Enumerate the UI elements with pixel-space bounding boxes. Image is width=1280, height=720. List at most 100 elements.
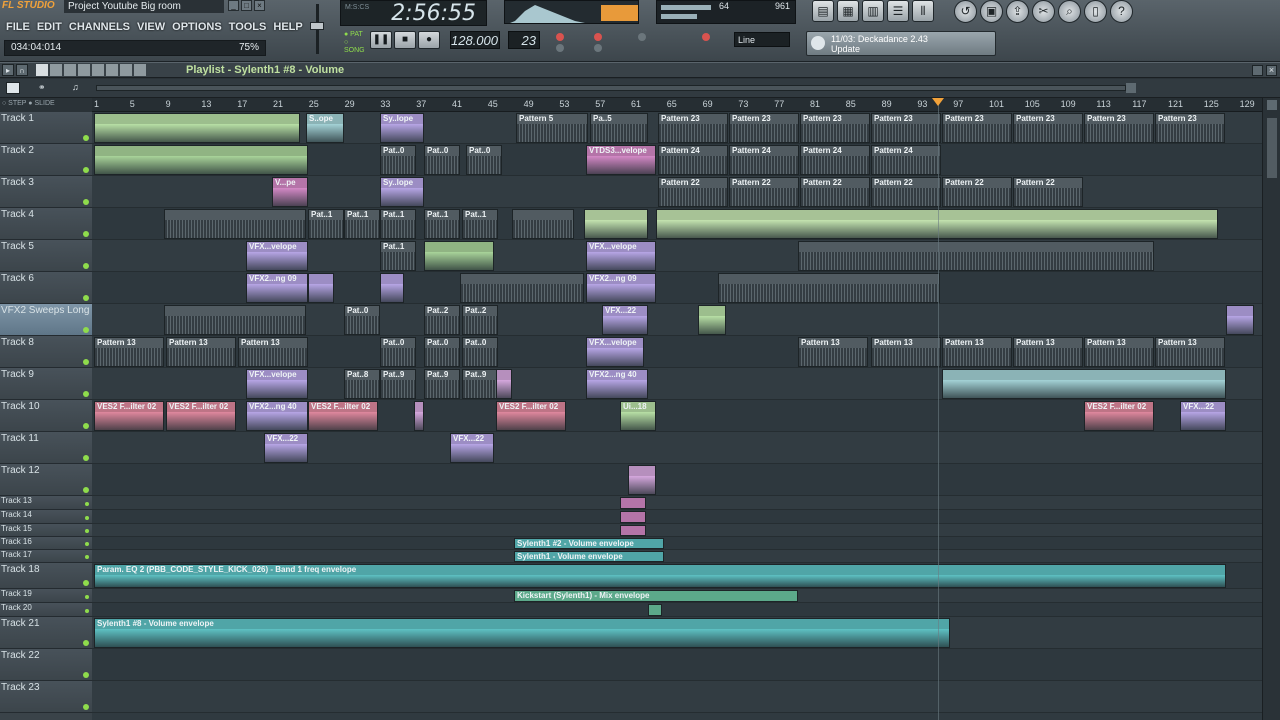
pattern-clip[interactable]: V...pe (272, 177, 308, 207)
pattern-clip[interactable]: VFX...velope (246, 241, 308, 271)
loop-record-toggle-icon[interactable] (702, 33, 710, 41)
playlist-lane[interactable] (92, 603, 1262, 617)
playlist-lane[interactable] (92, 524, 1262, 537)
track-header[interactable]: Track 11 (0, 432, 92, 464)
pattern-clip[interactable] (512, 209, 574, 239)
pattern-clip[interactable]: Pat..2 (462, 305, 498, 335)
track-header[interactable]: Track 14 (0, 510, 92, 524)
playlist-icon[interactable]: ▤ (812, 0, 834, 22)
pattern-clip[interactable]: VFX...22 (264, 433, 308, 463)
typing-keyboard-toggle-icon[interactable] (556, 33, 564, 41)
track-mute-icon[interactable] (85, 542, 89, 546)
pattern-clip[interactable] (656, 209, 1218, 239)
pattern-clip[interactable]: VES2 F...ilter 02 (496, 401, 566, 431)
pattern-clip[interactable]: VFX...22 (450, 433, 494, 463)
paint-tool-icon[interactable] (50, 64, 62, 76)
playlist-lane[interactable] (92, 510, 1262, 524)
pattern-clip[interactable] (628, 465, 656, 495)
track-header[interactable]: Track 13 (0, 496, 92, 510)
pattern-clip[interactable] (1226, 305, 1254, 335)
pattern-clip[interactable]: Pattern 13 (166, 337, 236, 367)
playlist-lane[interactable] (92, 649, 1262, 681)
pattern-clip[interactable]: Pat..1 (380, 209, 416, 239)
pattern-clip[interactable]: Sy..lope (380, 113, 424, 143)
select-tool-icon[interactable] (106, 64, 118, 76)
pattern-clip[interactable]: Pa..5 (590, 113, 648, 143)
track-mute-icon[interactable] (83, 423, 89, 429)
playlist-lane[interactable] (92, 537, 1262, 550)
track-header[interactable]: Track 23 (0, 681, 92, 713)
track-header[interactable]: Track 6 (0, 272, 92, 304)
pattern-clip[interactable]: Pattern 13 (798, 337, 868, 367)
playlist-lane[interactable] (92, 496, 1262, 510)
time-display[interactable]: M:S:CS 2:56:55 (340, 0, 487, 26)
pattern-clip[interactable]: Sylenth1 #8 - Volume envelope (94, 618, 950, 648)
pattern-clip[interactable]: VFX...velope (246, 369, 308, 399)
track-header[interactable]: Track 22 (0, 649, 92, 681)
pattern-clip[interactable]: Pat..0 (462, 337, 498, 367)
playlist-grid[interactable]: S..ope Sy..lope Pattern 5 Pa..5 Pattern 23 Pa… (92, 112, 1262, 720)
pattern-clip[interactable]: Sylenth1 #2 - Volume envelope (514, 538, 664, 549)
save-icon[interactable]: ▣ (980, 0, 1003, 23)
pattern-clip[interactable]: Pattern 13 (1084, 337, 1154, 367)
minimize-icon[interactable]: _ (228, 0, 239, 11)
pattern-clip[interactable] (698, 305, 726, 335)
pattern-clip[interactable]: Pattern 23 (1013, 113, 1083, 143)
track-mute-icon[interactable] (83, 640, 89, 646)
search-icon[interactable]: ⌕ (1058, 0, 1081, 23)
pattern-clip[interactable]: Pattern 23 (658, 113, 728, 143)
pattern-clip[interactable]: VFX...velope (586, 241, 656, 271)
pattern-clip[interactable] (620, 525, 646, 536)
track-mute-icon[interactable] (85, 502, 89, 506)
pattern-clip[interactable]: Pattern 24 (729, 145, 799, 175)
pattern-clip[interactable]: Pattern 23 (871, 113, 941, 143)
pattern-clip[interactable]: Pattern 22 (658, 177, 728, 207)
magnet-icon[interactable]: ∩ (16, 64, 28, 76)
playlist-lane[interactable] (92, 550, 1262, 563)
playlist-lane[interactable] (92, 681, 1262, 713)
track-header[interactable]: Track 10 (0, 400, 92, 432)
pattern-clip[interactable]: Pat..1 (344, 209, 380, 239)
track-mute-icon[interactable] (83, 135, 89, 141)
track-mute-icon[interactable] (83, 295, 89, 301)
pattern-clip[interactable]: Sy..lope (380, 177, 424, 207)
pattern-clip[interactable]: VFX...22 (1180, 401, 1226, 431)
track-mute-icon[interactable] (85, 609, 89, 613)
stop-button[interactable]: ■ (394, 31, 416, 49)
pattern-clip[interactable] (94, 145, 308, 175)
export-icon[interactable]: ⇪ (1006, 0, 1029, 23)
track-mute-icon[interactable] (83, 231, 89, 237)
track-mute-icon[interactable] (83, 199, 89, 205)
draw-tool-icon[interactable] (36, 64, 48, 76)
pattern-clip[interactable] (942, 369, 1226, 399)
delete-tool-icon[interactable] (64, 64, 76, 76)
zoom-tool-icon[interactable] (120, 64, 132, 76)
track-mute-icon[interactable] (85, 555, 89, 559)
pattern-clip[interactable]: VFX2...ng 40 (586, 369, 648, 399)
pattern-clip[interactable]: Pattern 23 (1084, 113, 1154, 143)
track-header[interactable]: Track 2 (0, 144, 92, 176)
pattern-clip[interactable]: Pattern 22 (1013, 177, 1083, 207)
link-icon[interactable]: ⚭ (38, 82, 52, 94)
track-header[interactable]: Track 4 (0, 208, 92, 240)
track-mute-icon[interactable] (83, 672, 89, 678)
pattern-clip[interactable]: Pat..9 (380, 369, 416, 399)
pattern-clip[interactable]: VFX2...ng 09 (246, 273, 308, 303)
track-mute-icon[interactable] (83, 487, 89, 493)
pattern-clip[interactable] (496, 369, 512, 399)
menu-options[interactable]: OPTIONS (172, 19, 222, 35)
pattern-clip[interactable] (798, 241, 1154, 271)
track-header[interactable]: Track 16 (0, 537, 92, 550)
document-icon[interactable]: ▯ (1084, 0, 1107, 23)
pattern-clip[interactable] (460, 273, 584, 303)
menu-view[interactable]: VIEW (137, 19, 165, 35)
pattern-clip[interactable]: Pattern 22 (942, 177, 1012, 207)
pattern-clip[interactable]: Sylenth1 - Volume envelope (514, 551, 664, 562)
track-mute-icon[interactable] (83, 359, 89, 365)
pattern-clip[interactable] (584, 209, 648, 239)
wait-for-input-icon[interactable] (594, 44, 602, 52)
track-header[interactable]: Track 5 (0, 240, 92, 272)
pattern-clip[interactable]: VES2 F...ilter 02 (308, 401, 378, 431)
pattern-clip[interactable]: VFX2...ng 40 (246, 401, 308, 431)
pattern-clip[interactable]: VTDS3...velope (586, 145, 656, 175)
